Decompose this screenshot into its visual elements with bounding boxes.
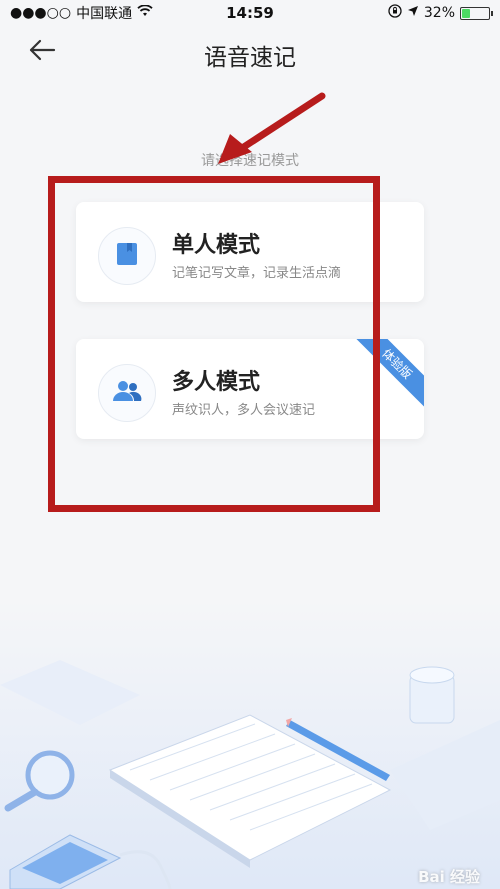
users-icon <box>112 379 142 407</box>
mode-hint: 请选择速记模式 <box>201 153 299 169</box>
multi-mode-card[interactable]: 多人模式 声纹识人，多人会议速记 体验版 <box>76 339 424 439</box>
battery-icon <box>460 6 493 20</box>
signal-strength-icon: ●●●○○ <box>10 5 72 21</box>
single-mode-title: 单人模式 <box>172 233 261 258</box>
multi-mode-title: 多人模式 <box>172 370 261 395</box>
multi-mode-desc: 声纹识人，多人会议速记 <box>172 403 316 418</box>
wifi-icon <box>137 4 153 21</box>
orientation-lock-icon <box>388 4 402 22</box>
carrier-label: 中国联通 <box>76 6 133 22</box>
single-mode-card[interactable]: 单人模式 记笔记写文章，记录生活点滴 <box>76 202 424 302</box>
battery-percent: 32% <box>423 5 455 21</box>
nav-bar: 语音速记 <box>0 26 500 76</box>
watermark: Bai 经验 <box>418 868 480 886</box>
single-mode-desc: 记笔记写文章，记录生活点滴 <box>172 266 342 281</box>
location-icon <box>407 5 419 21</box>
bookmark-icon <box>116 242 138 270</box>
desk-illustration <box>0 600 500 889</box>
page-title: 语音速记 <box>204 45 296 71</box>
single-mode-icon-circle <box>98 227 156 285</box>
status-bar: ●●●○○ 中国联通 14:59 32% <box>0 0 500 26</box>
multi-mode-icon-circle <box>98 364 156 422</box>
beta-badge: 体验版 <box>350 339 424 411</box>
battery-fill <box>462 8 471 18</box>
